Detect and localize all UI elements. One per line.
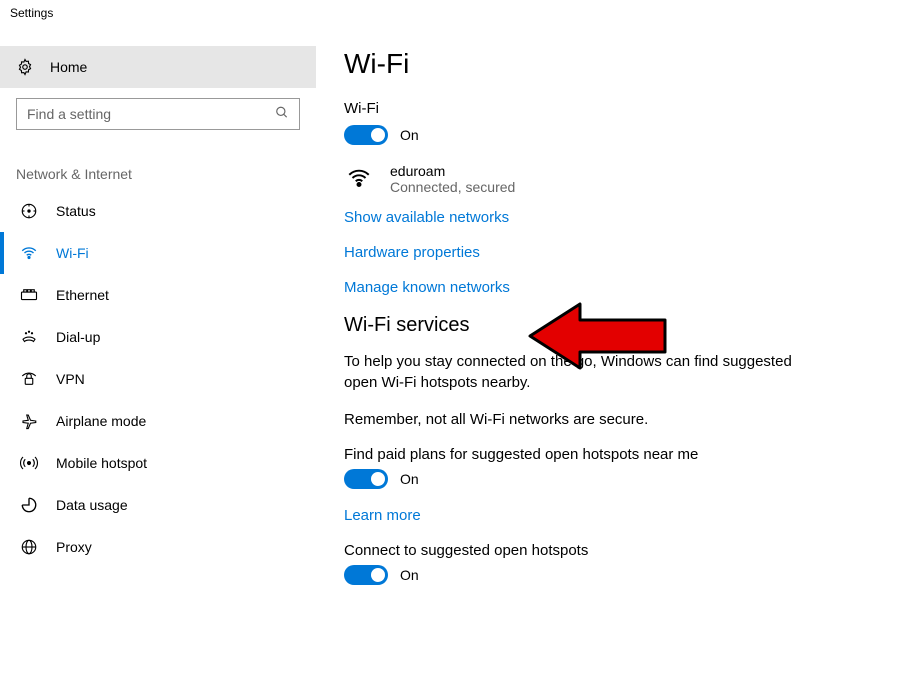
nav-item-hotspot[interactable]: Mobile hotspot xyxy=(0,442,316,484)
nav-item-label: Proxy xyxy=(56,539,92,555)
nav-item-airplane[interactable]: Airplane mode xyxy=(0,400,316,442)
nav-item-dialup[interactable]: Dial-up xyxy=(0,316,316,358)
paid-plans-toggle[interactable] xyxy=(344,469,388,489)
nav-item-label: Wi-Fi xyxy=(56,245,89,261)
link-manage-known-networks[interactable]: Manage known networks xyxy=(344,279,845,296)
connect-suggested-state: On xyxy=(400,567,419,583)
dialup-icon xyxy=(20,328,38,346)
current-network: eduroam Connected, secured xyxy=(344,163,845,195)
status-icon xyxy=(20,202,38,220)
search-icon xyxy=(275,106,289,123)
nav-item-ethernet[interactable]: Ethernet xyxy=(0,274,316,316)
nav-item-label: VPN xyxy=(56,371,85,387)
link-learn-more[interactable]: Learn more xyxy=(344,507,845,524)
ssid-name: eduroam xyxy=(390,163,515,179)
category-header: Network & Internet xyxy=(0,140,316,190)
paid-plans-label: Find paid plans for suggested open hotsp… xyxy=(344,446,845,463)
nav-item-label: Dial-up xyxy=(56,329,100,345)
wifi-icon xyxy=(20,244,38,262)
wifi-services-heading: Wi-Fi services xyxy=(344,314,845,337)
search-input[interactable]: Find a setting xyxy=(16,98,300,130)
page-title: Wi-Fi xyxy=(344,48,845,80)
ethernet-icon xyxy=(20,286,38,304)
nav-item-datausage[interactable]: Data usage xyxy=(0,484,316,526)
search-placeholder: Find a setting xyxy=(27,106,111,122)
nav-item-wifi[interactable]: Wi-Fi xyxy=(0,232,316,274)
ssid-status: Connected, secured xyxy=(390,179,515,195)
hotspot-icon xyxy=(20,454,38,472)
services-description: To help you stay connected on the go, Wi… xyxy=(344,351,804,393)
nav-home[interactable]: Home xyxy=(0,46,316,88)
nav-item-label: Data usage xyxy=(56,497,128,513)
nav-item-status[interactable]: Status xyxy=(0,190,316,232)
nav-item-label: Airplane mode xyxy=(56,413,146,429)
nav-item-label: Ethernet xyxy=(56,287,109,303)
connect-suggested-toggle[interactable] xyxy=(344,565,388,585)
nav-item-proxy[interactable]: Proxy xyxy=(0,526,316,568)
main-panel: Wi-Fi Wi-Fi On eduroam Connected, secure… xyxy=(316,26,905,603)
nav-item-label: Mobile hotspot xyxy=(56,455,147,471)
nav-home-label: Home xyxy=(50,59,87,75)
proxy-icon xyxy=(20,538,38,556)
gear-icon xyxy=(16,58,34,76)
wifi-toggle[interactable] xyxy=(344,125,388,145)
connect-suggested-label: Connect to suggested open hotspots xyxy=(344,542,845,559)
services-warning: Remember, not all Wi-Fi networks are sec… xyxy=(344,409,804,430)
datausage-icon xyxy=(20,496,38,514)
window-title: Settings xyxy=(0,0,905,26)
link-hardware-properties[interactable]: Hardware properties xyxy=(344,244,845,261)
vpn-icon xyxy=(20,370,38,388)
nav-item-vpn[interactable]: VPN xyxy=(0,358,316,400)
wifi-signal-icon xyxy=(344,165,374,194)
wifi-section-label: Wi-Fi xyxy=(344,100,845,117)
paid-plans-state: On xyxy=(400,471,419,487)
link-show-networks[interactable]: Show available networks xyxy=(344,209,845,226)
sidebar: Home Find a setting Network & Internet xyxy=(0,26,316,603)
wifi-toggle-state: On xyxy=(400,127,419,143)
airplane-icon xyxy=(20,412,38,430)
nav-item-label: Status xyxy=(56,203,96,219)
